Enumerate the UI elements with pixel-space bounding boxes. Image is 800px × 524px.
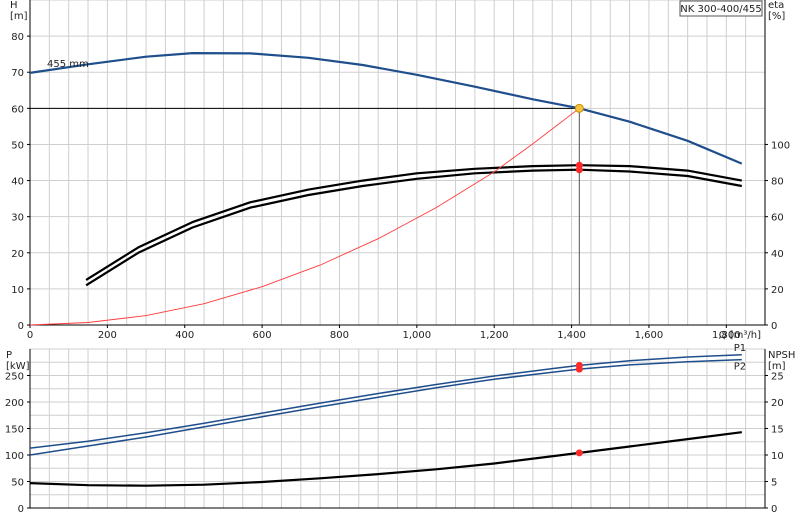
y-tick-label-right-bottom: 5 [771,478,777,489]
y-tick-label-left-bottom: 150 [5,425,24,436]
y-tick-label-left-bottom: 100 [5,451,24,462]
product-label: NK 300-400/455 [680,4,761,15]
y-tick-label-right-bottom: 20 [771,398,784,409]
y-tick-label-right-top: 80 [771,177,784,188]
duty-point-head-marker [574,103,584,113]
x-tick-label: 1,000 [403,330,432,341]
x-tick-label: 600 [253,330,272,341]
y-tick-label-right-top: 60 [771,213,784,224]
x-tick-label: 0 [27,330,33,341]
x-tick-label: 1,400 [557,330,586,341]
y-tick-label-left-bottom: 50 [11,478,24,489]
y-axis-label-left-top: H [10,0,18,11]
y-tick-label-right-bottom: 25 [771,372,784,383]
y-tick-label-left-top: 20 [11,249,24,260]
y-tick-label-left-bottom: 250 [5,372,24,383]
y-tick-label-left-top: 70 [11,68,24,79]
x-axis-label: Q [m³/h] [719,330,761,341]
y-tick-label-right-bottom: 10 [771,451,784,462]
y-tick-label-right-top: 0 [771,321,777,332]
duty-point-npsh-marker [575,449,583,457]
y-tick-label-right-top: 20 [771,285,784,296]
power-p1-curve [29,354,742,449]
chart-svg: 010203040506070800204060801000 200 400 600 8… [5,0,795,515]
x-tick-label: 1,600 [635,330,664,341]
y-tick-label-left-top: 40 [11,177,24,188]
y-axis-label-right-top: [%] [768,11,785,22]
y-axis-label-right-bottom: NPSH [768,350,795,361]
y-tick-label-left-top: 30 [11,213,24,224]
y-axis-label-right-bottom: [m] [768,361,786,372]
y-tick-label-left-top: 10 [11,285,24,296]
x-tick-label: 1,200 [480,330,509,341]
power-p2-curve [29,358,742,456]
y-tick-label-left-top: 0 [18,321,24,332]
y-tick-label-left-top: 60 [11,104,24,115]
y-axis-label-left-bottom: [kW] [6,361,30,372]
pump-performance-chart: 0 10 20 30 40 50 60 70 80 0 20 40 60 80 100 0 200 400 600 8… [0,0,800,520]
y-tick-label-left-top: 80 [11,32,24,43]
x-tick-label: 200 [98,330,117,341]
duty-point-eta-marker [575,166,583,174]
npsh-curve [29,431,742,487]
duty-point-p2-marker [575,365,583,373]
p1-series-label: P1 [734,343,746,354]
y-axis-label-left-bottom: P [6,350,12,361]
y-tick-label-right-top: 40 [771,249,784,260]
y-axis-label-left-top: [m] [10,11,28,22]
y-tick-label-right-bottom: 0 [771,504,777,515]
impeller-diameter-label: 455 mm [47,59,89,70]
x-tick-label: 800 [330,330,349,341]
y-axis-label-right-top: eta [768,0,784,11]
y-tick-label-right-bottom: 15 [771,425,784,436]
x-tick-label: 400 [175,330,194,341]
y-tick-label-left-top: 50 [11,140,24,151]
p2-series-label: P2 [734,362,746,373]
y-tick-label-left-bottom: 0 [18,504,24,515]
y-tick-label-left-bottom: 200 [5,398,24,409]
y-tick-label-right-top: 100 [771,140,790,151]
